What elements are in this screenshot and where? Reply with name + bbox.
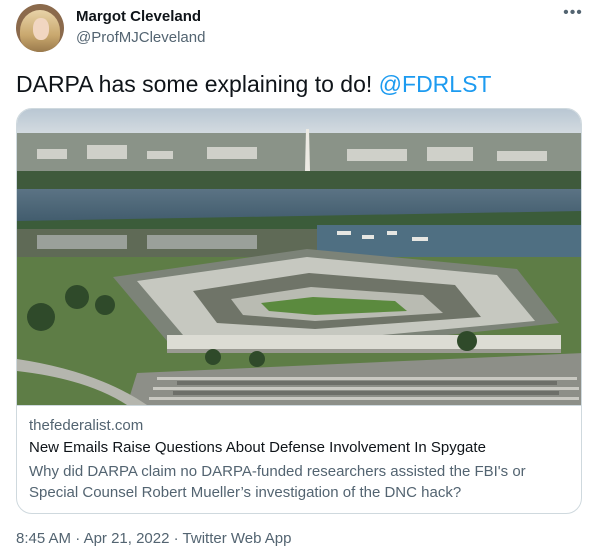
- card-headline[interactable]: New Emails Raise Questions About Defense…: [29, 439, 486, 456]
- meta-separator: ·: [75, 530, 81, 547]
- card-body[interactable]: thefederalist.com New Emails Raise Quest…: [17, 405, 581, 513]
- tweet-text: DARPA has some explaining to do! @FDRLST: [16, 70, 491, 98]
- tweet-meta: 8:45 AM · Apr 21, 2022 · Twitter Web App: [16, 530, 292, 547]
- ellipsis-icon[interactable]: •••: [562, 4, 584, 26]
- tweet: Margot Cleveland @ProfMJCleveland ••• DA…: [0, 0, 596, 558]
- link-card[interactable]: thefederalist.com New Emails Raise Quest…: [16, 108, 582, 514]
- meta-separator-2: ·: [173, 530, 179, 547]
- avatar-face: [33, 18, 49, 40]
- tweet-body: DARPA has some explaining to do!: [16, 71, 379, 97]
- tweet-time[interactable]: 8:45 AM: [16, 530, 71, 547]
- author-name[interactable]: Margot Cleveland: [76, 8, 201, 25]
- tweet-date[interactable]: Apr 21, 2022: [84, 530, 170, 547]
- card-image[interactable]: [17, 109, 582, 405]
- avatar[interactable]: [16, 4, 64, 52]
- author-handle[interactable]: @ProfMJCleveland: [76, 29, 205, 46]
- card-description: Why did DARPA claim no DARPA-funded rese…: [29, 463, 526, 501]
- mention-link[interactable]: @FDRLST: [379, 71, 492, 97]
- card-domain: thefederalist.com: [29, 417, 144, 434]
- tweet-source[interactable]: Twitter Web App: [183, 530, 292, 547]
